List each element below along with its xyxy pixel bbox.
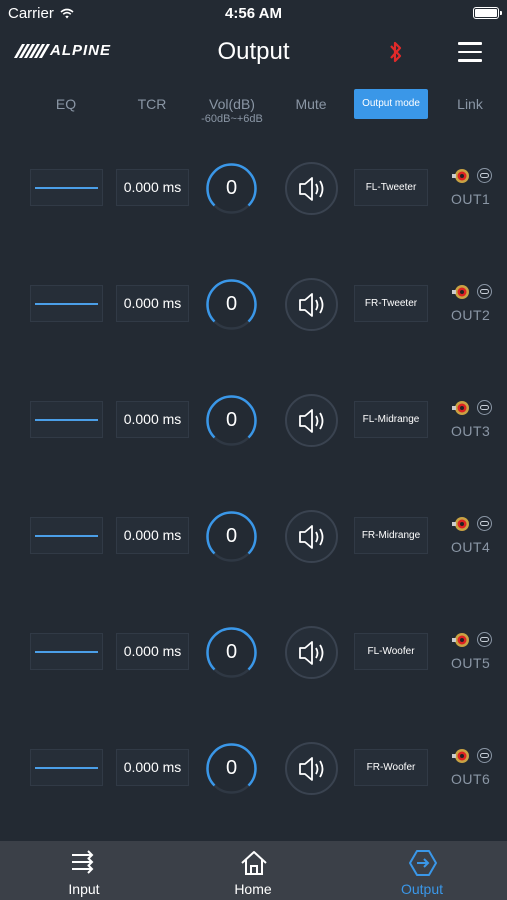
volume-value: 0 (225, 177, 238, 199)
output-row: 0.000 ms 0 FR-Midrange OUT4 (0, 507, 507, 567)
tab-home-label: Home (234, 881, 272, 897)
volume-knob[interactable]: 0 (205, 394, 258, 447)
app-header: ALPINE Output (0, 28, 507, 78)
sliders-icon (72, 850, 94, 874)
connector-group (452, 631, 494, 649)
volume-value: 0 (225, 525, 238, 547)
tcr-field[interactable]: 0.000 ms (116, 517, 189, 554)
menu-icon[interactable] (458, 42, 482, 62)
link-icon[interactable] (477, 168, 492, 183)
output-row: 0.000 ms 0 FL-Midrange OUT3 (0, 391, 507, 451)
mute-button[interactable] (285, 394, 338, 447)
eq-button[interactable] (30, 633, 103, 670)
output-label: OUT4 (451, 539, 491, 555)
output-mode-button[interactable]: Output mode (354, 89, 428, 119)
tab-output-label: Output (400, 881, 444, 897)
tcr-field[interactable]: 0.000 ms (116, 401, 189, 438)
tab-input-label: Input (68, 881, 100, 897)
output-row: 0.000 ms 0 FR-Tweeter OUT2 (0, 275, 507, 335)
link-icon[interactable] (477, 400, 492, 415)
volume-knob[interactable]: 0 (205, 742, 258, 795)
tcr-field[interactable]: 0.000 ms (116, 633, 189, 670)
battery-icon (473, 7, 502, 19)
tab-output[interactable]: Output (362, 841, 482, 900)
volume-value: 0 (225, 409, 238, 431)
column-headers: EQ TCR Vol(dB) -60dB~+6dB Mute Output mo… (0, 88, 507, 128)
col-vol-label: Vol(dB) (209, 96, 255, 112)
connector-group (452, 399, 494, 417)
output-mode-field[interactable]: FR-Midrange (354, 517, 428, 554)
link-icon[interactable] (477, 284, 492, 299)
tcr-field[interactable]: 0.000 ms (116, 749, 189, 786)
output-label: OUT3 (451, 423, 491, 439)
connector-group (452, 747, 494, 765)
clock: 4:56 AM (225, 5, 282, 22)
col-tcr: TCR (137, 96, 167, 112)
mute-button[interactable] (285, 278, 338, 331)
output-mode-field[interactable]: FL-Midrange (354, 401, 428, 438)
speaker-icon (299, 293, 324, 317)
volume-value: 0 (225, 293, 238, 315)
rca-connector-icon (452, 633, 469, 647)
connector-group (452, 283, 494, 301)
output-label: OUT2 (451, 307, 491, 323)
status-bar: Carrier 4:56 AM (0, 0, 507, 28)
speaker-icon (299, 757, 324, 781)
mute-button[interactable] (285, 626, 338, 679)
eq-button[interactable] (30, 749, 103, 786)
output-row: 0.000 ms 0 FL-Tweeter OUT1 (0, 159, 507, 219)
connector-group (452, 167, 494, 185)
col-vol: Vol(dB) -60dB~+6dB (192, 96, 272, 125)
col-vol-range: -60dB~+6dB (201, 113, 263, 125)
tab-input[interactable]: Input (24, 841, 144, 900)
col-mute: Mute (295, 96, 327, 112)
eq-button[interactable] (30, 401, 103, 438)
link-icon[interactable] (477, 516, 492, 531)
output-label: OUT6 (451, 771, 491, 787)
volume-knob[interactable]: 0 (205, 626, 258, 679)
home-icon (241, 851, 267, 875)
col-eq: EQ (55, 96, 77, 112)
output-icon (409, 850, 437, 876)
tab-home[interactable]: Home (193, 841, 313, 900)
volume-value: 0 (225, 757, 238, 779)
bluetooth-icon[interactable] (388, 40, 404, 64)
output-label: OUT1 (451, 191, 491, 207)
speaker-icon (299, 177, 324, 201)
rca-connector-icon (452, 517, 469, 531)
speaker-icon (299, 409, 324, 433)
output-row: 0.000 ms 0 FL-Woofer OUT5 (0, 623, 507, 683)
link-icon[interactable] (477, 748, 492, 763)
volume-knob[interactable]: 0 (205, 278, 258, 331)
output-mode-field[interactable]: FL-Woofer (354, 633, 428, 670)
output-mode-field[interactable]: FR-Tweeter (354, 285, 428, 322)
mute-button[interactable] (285, 162, 338, 215)
rca-connector-icon (452, 285, 469, 299)
eq-button[interactable] (30, 517, 103, 554)
rca-connector-icon (452, 401, 469, 415)
connector-group (452, 515, 494, 533)
volume-knob[interactable]: 0 (205, 162, 258, 215)
output-mode-field[interactable]: FR-Woofer (354, 749, 428, 786)
speaker-icon (299, 641, 324, 665)
rca-connector-icon (452, 749, 469, 763)
output-row: 0.000 ms 0 FR-Woofer OUT6 (0, 739, 507, 799)
col-link: Link (457, 96, 483, 112)
mute-button[interactable] (285, 510, 338, 563)
output-label: OUT5 (451, 655, 491, 671)
volume-knob[interactable]: 0 (205, 510, 258, 563)
speaker-icon (299, 525, 324, 549)
output-mode-field[interactable]: FL-Tweeter (354, 169, 428, 206)
eq-button[interactable] (30, 285, 103, 322)
mute-button[interactable] (285, 742, 338, 795)
page-title: Output (217, 38, 290, 65)
tab-bar: Input Home Output (0, 841, 507, 900)
tcr-field[interactable]: 0.000 ms (116, 169, 189, 206)
rca-connector-icon (452, 169, 469, 183)
tcr-field[interactable]: 0.000 ms (116, 285, 189, 322)
volume-value: 0 (225, 641, 238, 663)
eq-button[interactable] (30, 169, 103, 206)
link-icon[interactable] (477, 632, 492, 647)
